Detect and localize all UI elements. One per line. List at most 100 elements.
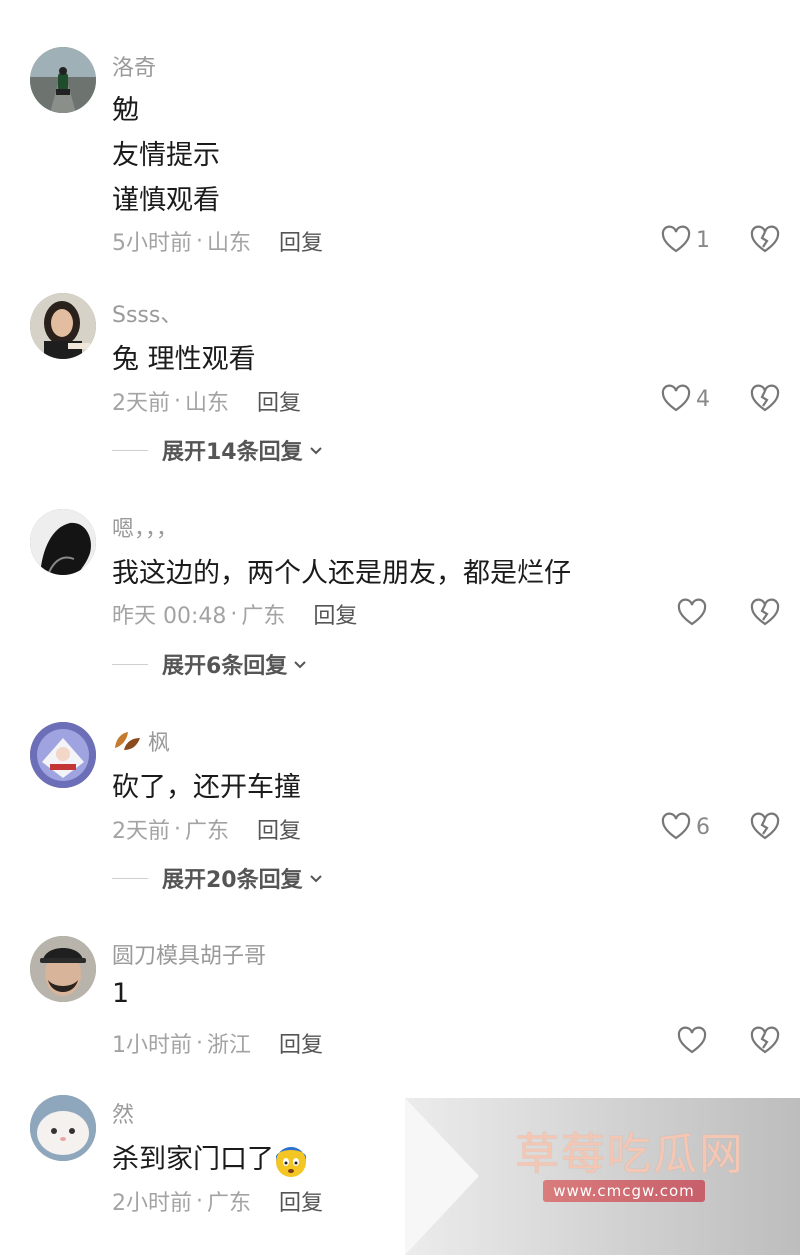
heart-icon bbox=[661, 384, 691, 412]
timestamp: 2天前 bbox=[112, 819, 170, 844]
username-text: 嗯，，， bbox=[112, 517, 179, 542]
reply-button[interactable]: 回复 bbox=[313, 598, 357, 630]
dislike-button[interactable] bbox=[749, 383, 781, 415]
broken-heart-icon bbox=[750, 225, 780, 253]
reply-button[interactable]: 回复 bbox=[279, 1027, 323, 1059]
like-button[interactable] bbox=[676, 597, 708, 629]
like-count: 6 bbox=[696, 814, 710, 840]
watermark: 草莓吃瓜网 www.cmcgw.com bbox=[405, 1098, 800, 1255]
like-button[interactable]: 6 bbox=[660, 811, 710, 843]
username[interactable]: 洛奇 bbox=[112, 50, 156, 82]
separator: · bbox=[196, 1188, 203, 1214]
user-avatar[interactable] bbox=[30, 47, 96, 113]
broken-heart-icon bbox=[750, 812, 780, 840]
user-avatar[interactable] bbox=[30, 293, 96, 359]
broken-heart-icon bbox=[750, 1026, 780, 1054]
motorcycle-road-avatar-icon bbox=[30, 47, 96, 113]
comment-meta: 2天前 · 广东 回复 bbox=[112, 813, 301, 845]
broken-heart-icon bbox=[750, 598, 780, 626]
heart-icon bbox=[661, 812, 691, 840]
expand-replies-button[interactable]: 展开14条回复 bbox=[112, 434, 323, 466]
divider bbox=[112, 663, 148, 665]
man-cap-avatar-icon bbox=[30, 936, 96, 1002]
timestamp: 1小时前 bbox=[112, 1033, 192, 1058]
separator: · bbox=[174, 816, 181, 842]
dislike-button[interactable] bbox=[749, 811, 781, 843]
dislike-button[interactable] bbox=[749, 1025, 781, 1057]
username-text: 然 bbox=[112, 1103, 135, 1128]
like-count: 4 bbox=[696, 386, 710, 412]
play-triangle-icon bbox=[405, 1098, 479, 1255]
broken-heart-icon bbox=[750, 384, 780, 412]
comment-text: 杀到家门口了 bbox=[112, 1137, 308, 1178]
expand-replies-label: 展开14条回复 bbox=[162, 440, 303, 465]
timestamp: 昨天 00:48 bbox=[112, 604, 227, 629]
username[interactable]: 圆刀模具胡子哥 bbox=[112, 938, 266, 970]
comment-text: 1 bbox=[112, 978, 130, 1009]
dislike-button[interactable] bbox=[749, 224, 781, 256]
user-avatar[interactable] bbox=[30, 936, 96, 1002]
comment-meta: 5小时前 · 山东 回复 bbox=[112, 225, 323, 257]
comment-text: 我这边的，两个人还是朋友，都是烂仔 bbox=[112, 558, 571, 589]
username-text: Ssss、 bbox=[112, 303, 183, 328]
comment-text: 谨慎观看 bbox=[112, 185, 220, 216]
user-avatar[interactable] bbox=[30, 509, 96, 575]
location: 广东 bbox=[207, 1191, 252, 1216]
anime-character-avatar-icon bbox=[30, 722, 96, 788]
woman-eating-avatar-icon bbox=[30, 293, 96, 359]
comment-meta: 1小时前 · 浙江 回复 bbox=[112, 1027, 323, 1059]
username-text: 圆刀模具胡子哥 bbox=[112, 944, 267, 969]
like-button[interactable] bbox=[676, 1025, 708, 1057]
comment-meta: 2小时前 · 广东 回复 bbox=[112, 1185, 323, 1217]
separator: · bbox=[196, 1030, 203, 1056]
username-text: 洛奇 bbox=[112, 56, 157, 81]
divider bbox=[112, 449, 148, 451]
expand-replies-button[interactable]: 展开20条回复 bbox=[112, 862, 323, 894]
timestamp: 2小时前 bbox=[112, 1191, 192, 1216]
expand-replies-button[interactable]: 展开6条回复 bbox=[112, 648, 307, 680]
comment-text: 兔 理性观看 bbox=[112, 344, 256, 375]
scared-face-emoji-icon bbox=[276, 1146, 306, 1177]
divider bbox=[112, 877, 148, 879]
location: 山东 bbox=[207, 231, 252, 256]
location: 广东 bbox=[241, 604, 286, 629]
dislike-button[interactable] bbox=[749, 597, 781, 629]
user-avatar[interactable] bbox=[30, 1095, 96, 1161]
comment-text: 勉 bbox=[112, 95, 139, 126]
heart-icon bbox=[677, 1026, 707, 1054]
separator: · bbox=[230, 601, 238, 627]
like-button[interactable]: 4 bbox=[660, 383, 710, 415]
comment-text: 友情提示 bbox=[112, 140, 220, 171]
location: 山东 bbox=[185, 391, 230, 416]
expand-replies-label: 展开6条回复 bbox=[162, 654, 288, 679]
timestamp: 5小时前 bbox=[112, 231, 192, 256]
white-cat-avatar-icon bbox=[30, 1095, 96, 1161]
expand-replies-label: 展开20条回复 bbox=[162, 868, 303, 893]
comment-text: 砍了，还开车撞 bbox=[112, 772, 301, 803]
location: 浙江 bbox=[207, 1033, 252, 1058]
username[interactable]: 然 bbox=[112, 1097, 134, 1129]
chevron-down-icon bbox=[294, 661, 307, 669]
username[interactable]: Ssss、 bbox=[112, 297, 182, 329]
heart-icon bbox=[661, 225, 691, 253]
separator: · bbox=[174, 388, 181, 414]
like-button[interactable]: 1 bbox=[660, 224, 710, 256]
comment-text-content: 杀到家门口了 bbox=[112, 1144, 274, 1175]
chevron-down-icon bbox=[309, 447, 322, 455]
watermark-url: www.cmcgw.com bbox=[543, 1180, 705, 1202]
reply-button[interactable]: 回复 bbox=[257, 385, 301, 417]
reply-button[interactable]: 回复 bbox=[279, 225, 323, 257]
heart-icon bbox=[677, 598, 707, 626]
comment-meta: 2天前 · 山东 回复 bbox=[112, 385, 301, 417]
timestamp: 2天前 bbox=[112, 391, 170, 416]
username[interactable]: 嗯，，， bbox=[112, 511, 178, 543]
like-count: 1 bbox=[696, 227, 710, 253]
username[interactable]: 枫 bbox=[112, 725, 170, 757]
user-avatar[interactable] bbox=[30, 722, 96, 788]
comment-meta: 昨天 00:48 · 广东 回复 bbox=[112, 598, 357, 630]
reply-button[interactable]: 回复 bbox=[279, 1185, 323, 1217]
separator: · bbox=[196, 228, 203, 254]
location: 广东 bbox=[185, 819, 230, 844]
reply-button[interactable]: 回复 bbox=[257, 813, 301, 845]
silhouette-avatar-icon bbox=[30, 509, 96, 575]
